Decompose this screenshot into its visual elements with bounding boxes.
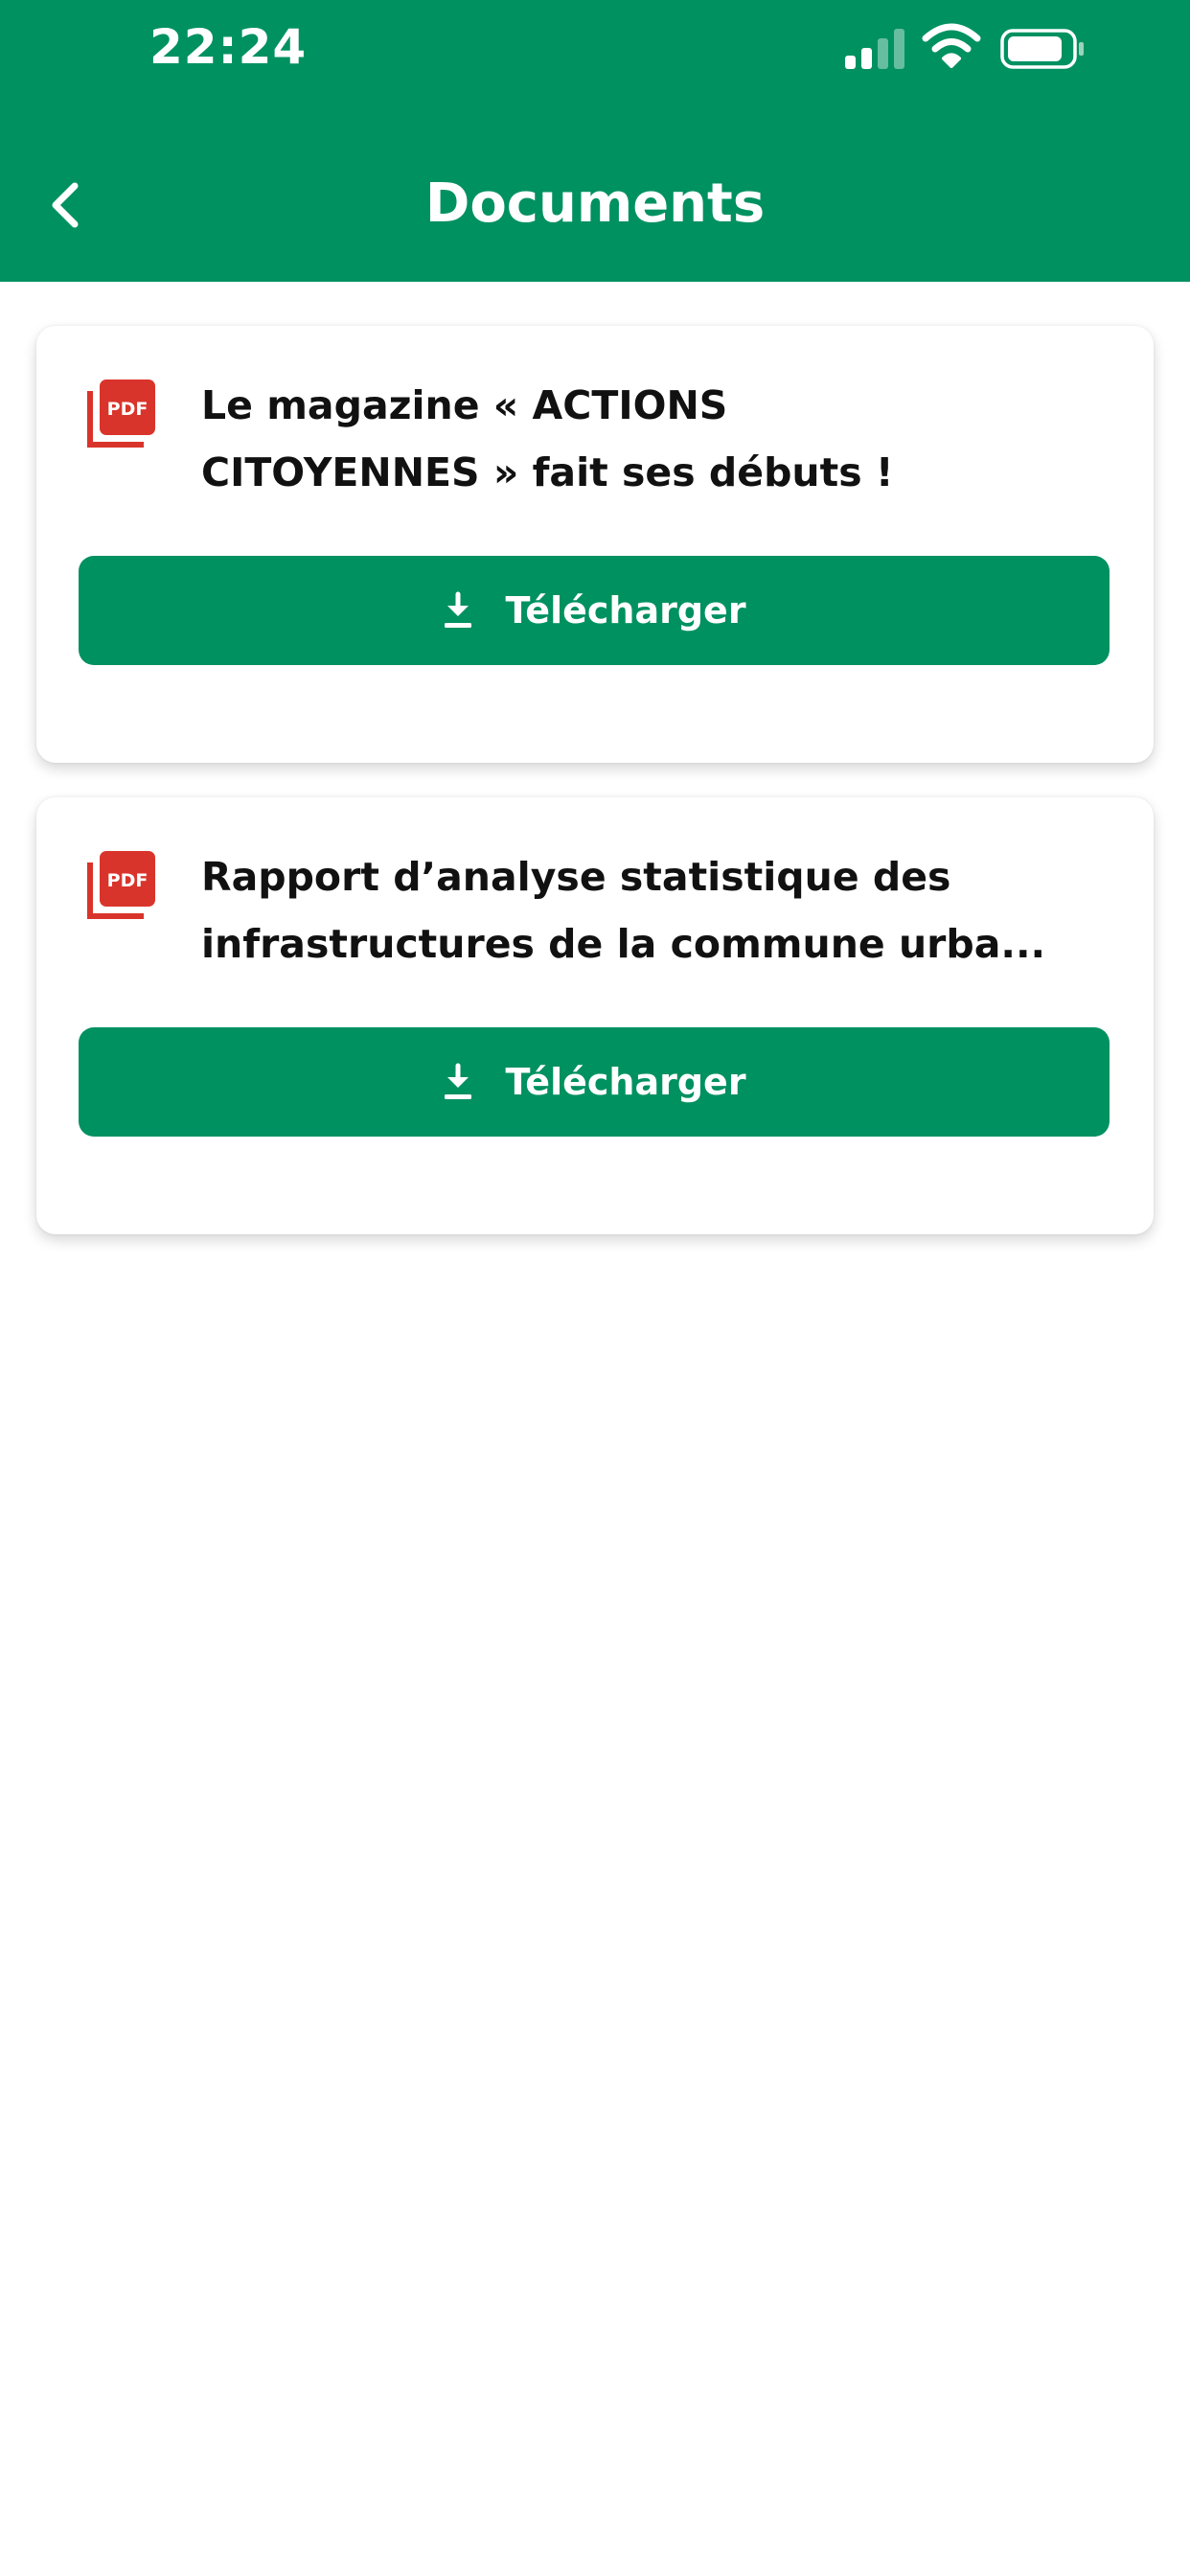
pdf-icon: PDF [87,380,155,448]
battery-icon [1000,29,1084,69]
svg-text:PDF: PDF [107,870,149,891]
pdf-icon: PDF [87,851,155,919]
document-card: PDF Rapport d’analyse statistique des in… [36,797,1154,1234]
document-card: PDF Le magazine « ACTIONS CITOYENNES » f… [36,326,1154,763]
download-icon [445,1063,472,1099]
svg-text:PDF: PDF [107,399,149,420]
download-button[interactable]: Télécharger [79,1027,1110,1137]
app-header: 22:24 Documents [0,0,1190,282]
document-title: Le magazine « ACTIONS CITOYENNES » fait … [201,382,894,495]
document-title: Rapport d’analyse statistique des infras… [201,854,1046,967]
page-title: Documents [424,172,766,235]
download-icon [445,591,472,628]
download-button-label: Télécharger [505,1061,746,1103]
download-button[interactable]: Télécharger [79,556,1110,665]
cellular-signal-icon [845,27,908,69]
status-time: 22:24 [149,19,308,75]
download-button-label: Télécharger [505,589,746,632]
wifi-icon [922,23,981,68]
